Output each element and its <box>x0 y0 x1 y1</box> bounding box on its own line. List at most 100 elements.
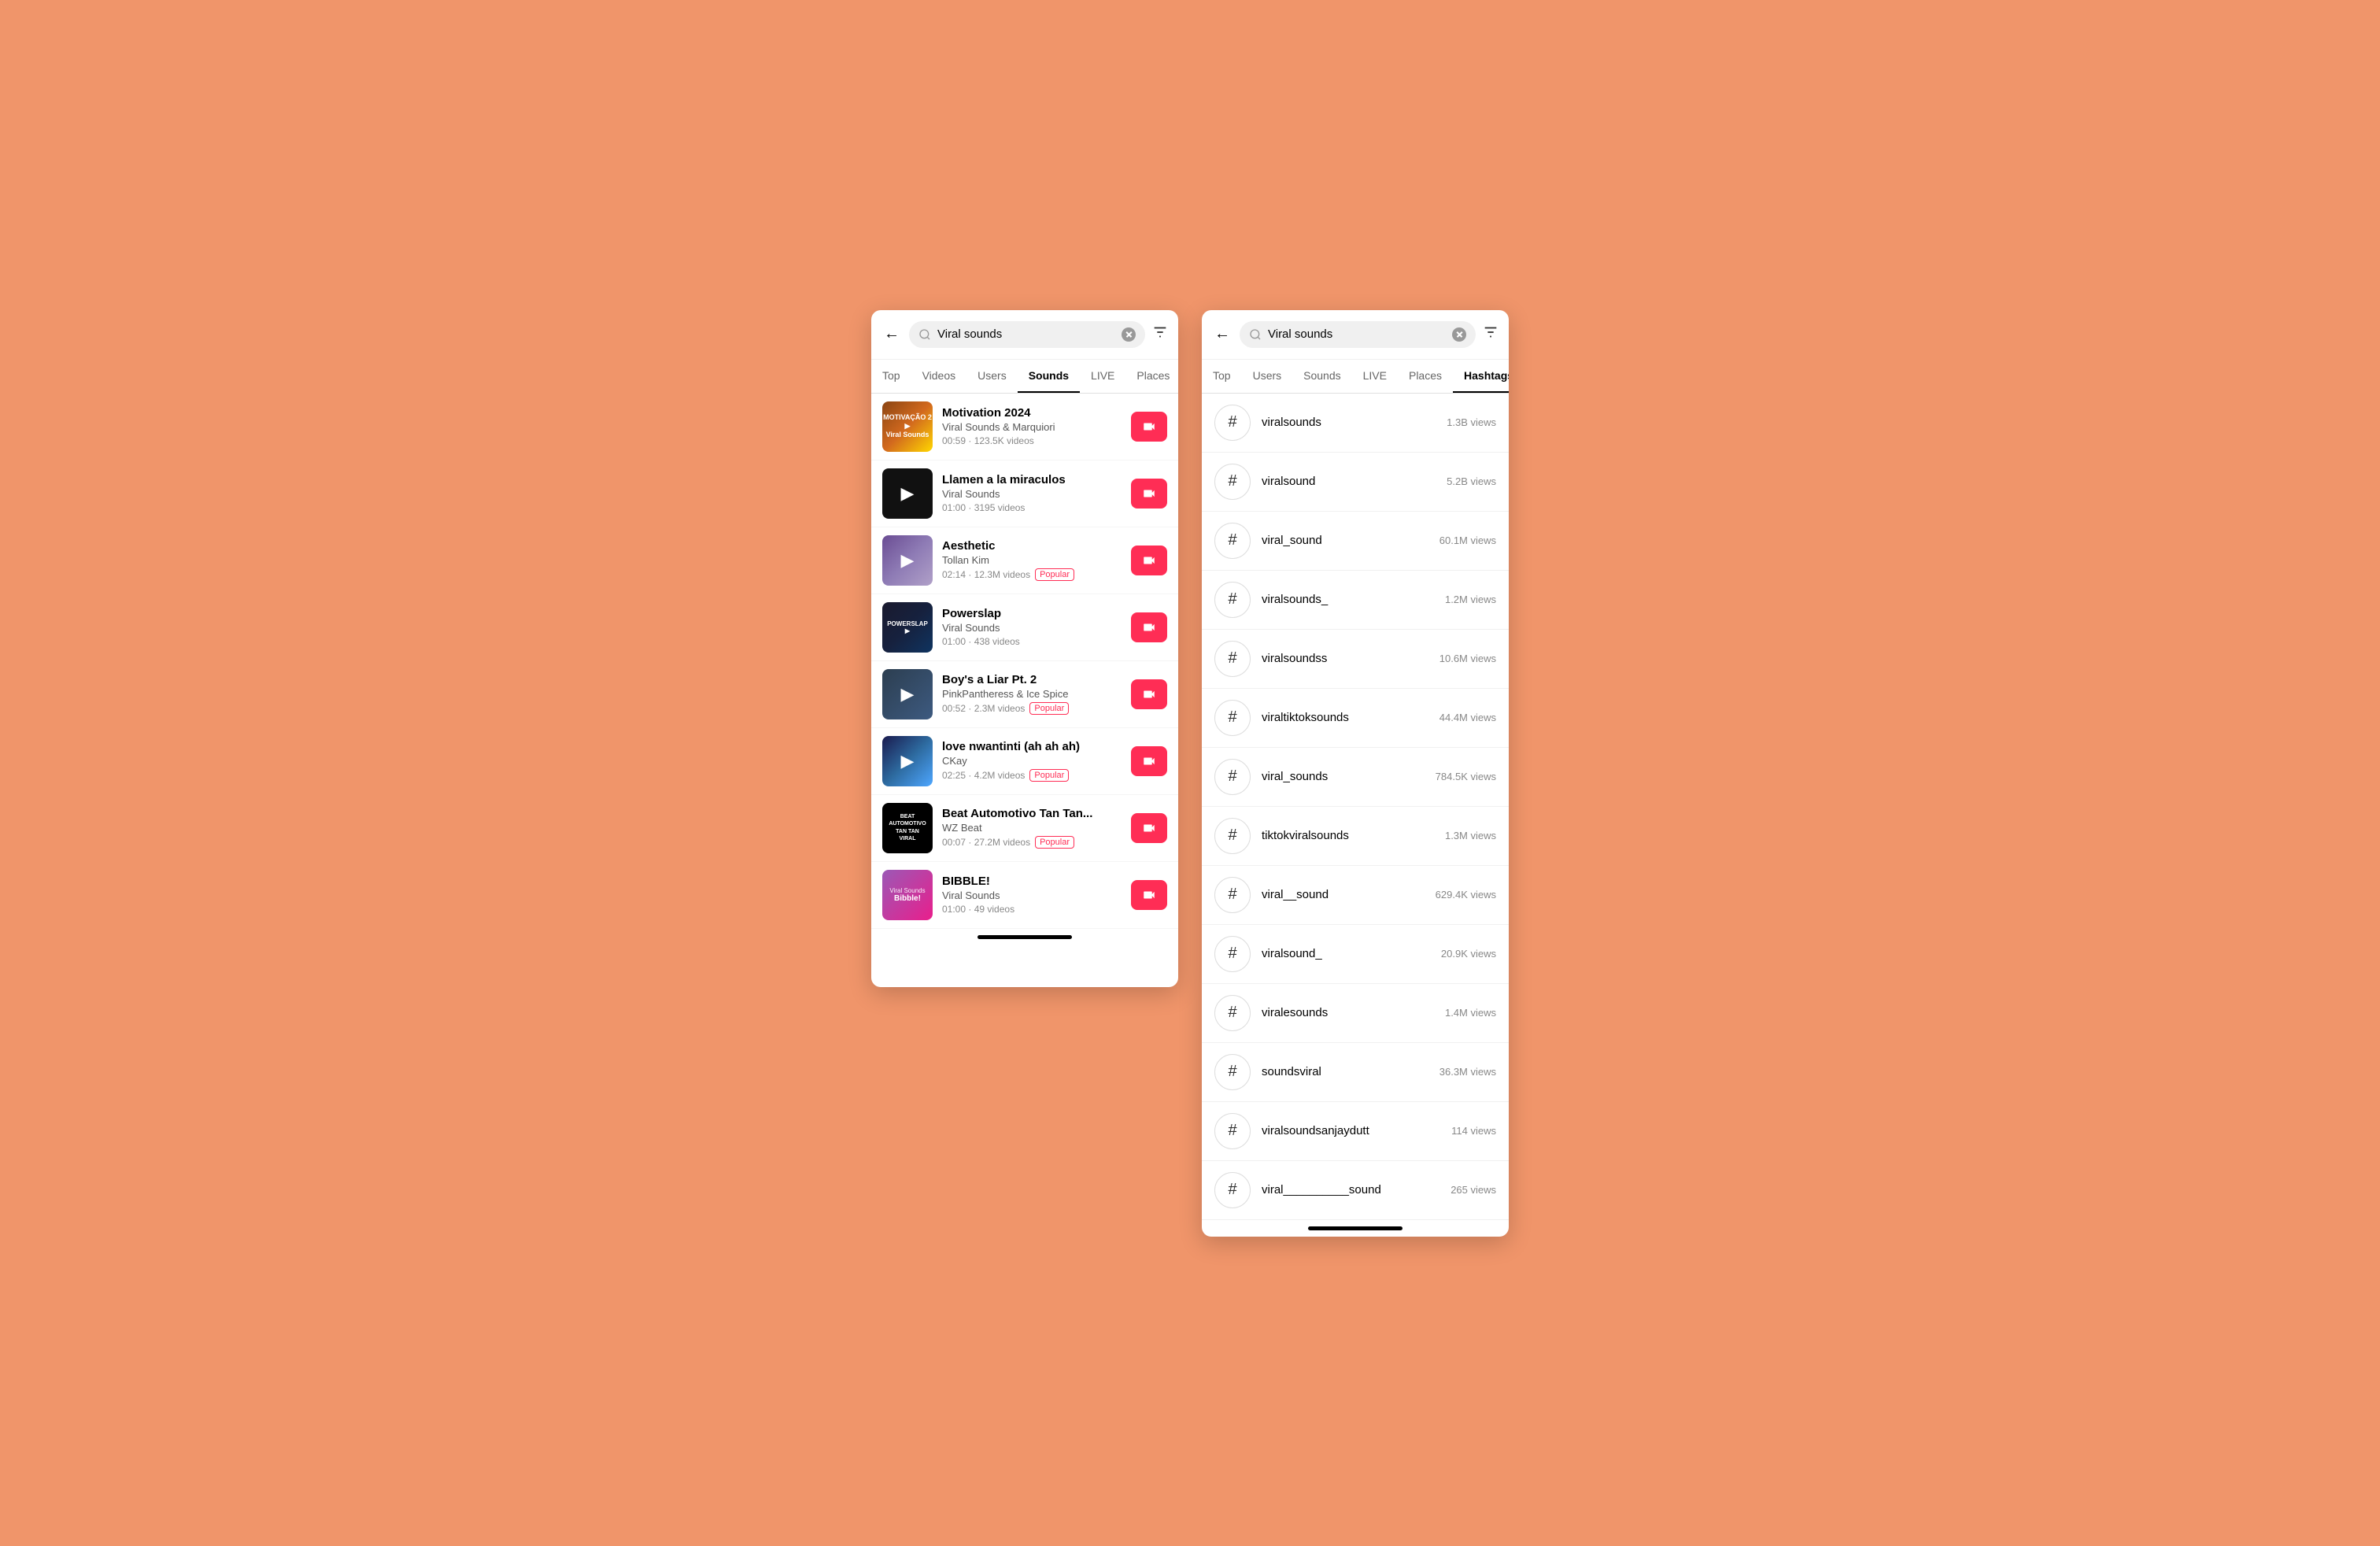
sound-duration-powerslap: 01:00 · 438 videos <box>942 636 1020 647</box>
hashtag-name-9: viralsound_ <box>1262 947 1430 960</box>
sound-duration-bibble: 01:00 · 49 videos <box>942 904 1014 915</box>
sound-title-aesthetic: Aesthetic <box>942 539 1122 553</box>
tab-places-2[interactable]: Places <box>1398 360 1453 393</box>
sound-artist-motivation: Viral Sounds & Marquiori <box>942 421 1122 433</box>
hashtag-icon-6: # <box>1214 759 1251 795</box>
sound-item-aesthetic: ▶ Aesthetic Tollan Kim 02:14 · 12.3M vid… <box>871 527 1178 594</box>
tab-sounds-2[interactable]: Sounds <box>1292 360 1351 393</box>
hashtag-item-4[interactable]: # viralsoundss 10.6M views <box>1202 630 1509 689</box>
use-button-liar[interactable] <box>1131 679 1167 709</box>
sound-item-liar: ▶ Boy's a Liar Pt. 2 PinkPantheress & Ic… <box>871 661 1178 728</box>
hashtag-item-2[interactable]: # viral_sound 60.1M views <box>1202 512 1509 571</box>
sound-thumb-liar[interactable]: ▶ <box>882 669 933 719</box>
filter-button-1[interactable] <box>1151 324 1169 346</box>
hashtag-views-3: 1.2M views <box>1445 594 1496 605</box>
sound-thumb-bibble[interactable]: Viral Sounds Bibble! <box>882 870 933 920</box>
tab-sounds-1[interactable]: Sounds <box>1018 360 1080 393</box>
play-icon-liar: ▶ <box>901 684 915 705</box>
hashtag-item-11[interactable]: # soundsviral 36.3M views <box>1202 1043 1509 1102</box>
clear-button-1[interactable] <box>1122 327 1136 342</box>
hashtag-item-9[interactable]: # viralsound_ 20.9K views <box>1202 925 1509 984</box>
hashtag-item-12[interactable]: # viralsoundsanjaydutt 114 views <box>1202 1102 1509 1161</box>
hashtag-item-0[interactable]: # viralsounds 1.3B views <box>1202 394 1509 453</box>
search-bar-1: ← Viral sounds <box>871 310 1178 360</box>
sound-duration-aesthetic: 02:14 · 12.3M videos <box>942 569 1030 580</box>
hashtag-views-6: 784.5K views <box>1436 771 1496 782</box>
hashtag-icon-13: # <box>1214 1172 1251 1208</box>
hashtag-name-12: viralsoundsanjaydutt <box>1262 1124 1440 1137</box>
sound-thumb-powerslap[interactable]: POWERSLAP▶ <box>882 602 933 653</box>
hashtag-list: # viralsounds 1.3B views # viralsound 5.… <box>1202 394 1509 1220</box>
hashtag-views-9: 20.9K views <box>1441 948 1496 960</box>
tab-hashtags-2[interactable]: Hashtags <box>1453 360 1509 393</box>
use-button-llamen[interactable] <box>1131 479 1167 509</box>
hashtag-views-2: 60.1M views <box>1439 534 1496 546</box>
hashtag-item-8[interactable]: # viral__sound 629.4K views <box>1202 866 1509 925</box>
hashtag-views-12: 114 views <box>1451 1125 1496 1137</box>
search-icon-2 <box>1249 328 1262 341</box>
tab-users-2[interactable]: Users <box>1242 360 1293 393</box>
hashtag-icon-4: # <box>1214 641 1251 677</box>
clear-button-2[interactable] <box>1452 327 1466 342</box>
filter-button-2[interactable] <box>1482 324 1499 346</box>
tab-places-1[interactable]: Places <box>1125 360 1178 393</box>
hashtag-item-1[interactable]: # viralsound 5.2B views <box>1202 453 1509 512</box>
use-button-beat[interactable] <box>1131 813 1167 843</box>
search-input-wrap-1: Viral sounds <box>909 321 1145 348</box>
sound-thumb-llamen[interactable]: ▶ <box>882 468 933 519</box>
sound-artist-powerslap: Viral Sounds <box>942 622 1122 634</box>
hashtag-name-13: viral__________sound <box>1262 1183 1439 1196</box>
tab-live-2[interactable]: LIVE <box>1352 360 1398 393</box>
tabs-2: Top Users Sounds LIVE Places Hashtags <box>1202 360 1509 394</box>
hashtag-item-5[interactable]: # viraltiktoksounds 44.4M views <box>1202 689 1509 748</box>
tab-live-1[interactable]: LIVE <box>1080 360 1125 393</box>
hashtag-name-2: viral_sound <box>1262 534 1428 547</box>
tabs-1: Top Videos Users Sounds LIVE Places Has.… <box>871 360 1178 394</box>
hashtag-item-6[interactable]: # viral_sounds 784.5K views <box>1202 748 1509 807</box>
screens-container: ← Viral sounds Top Videos Users Sounds L… <box>871 310 1509 1237</box>
tab-users-1[interactable]: Users <box>966 360 1018 393</box>
sound-title-motivation: Motivation 2024 <box>942 406 1122 420</box>
search-query-1[interactable]: Viral sounds <box>937 327 1115 341</box>
search-query-2[interactable]: Viral sounds <box>1268 327 1446 341</box>
sound-duration-motivation: 00:59 · 123.5K videos <box>942 435 1034 446</box>
sound-item-motivation: MOTIVAÇÃO 2▶Viral Sounds Motivation 2024… <box>871 394 1178 460</box>
hashtag-name-11: soundsviral <box>1262 1065 1428 1078</box>
sound-thumb-love[interactable]: ▶ <box>882 736 933 786</box>
use-button-love[interactable] <box>1131 746 1167 776</box>
use-button-motivation[interactable] <box>1131 412 1167 442</box>
use-button-bibble[interactable] <box>1131 880 1167 910</box>
screen-sounds: ← Viral sounds Top Videos Users Sounds L… <box>871 310 1178 987</box>
sound-thumb-aesthetic[interactable]: ▶ <box>882 535 933 586</box>
sound-info-liar: Boy's a Liar Pt. 2 PinkPantheress & Ice … <box>942 673 1122 715</box>
hashtag-views-8: 629.4K views <box>1436 889 1496 901</box>
use-button-powerslap[interactable] <box>1131 612 1167 642</box>
popular-badge-aesthetic: Popular <box>1035 568 1074 581</box>
sound-item-powerslap: POWERSLAP▶ Powerslap Viral Sounds 01:00 … <box>871 594 1178 661</box>
sound-thumb-beat[interactable]: BEATAUTOMOTIVOTAN TANVIRAL <box>882 803 933 853</box>
sound-duration-love: 02:25 · 4.2M videos <box>942 770 1025 781</box>
sound-item-love: ▶ love nwantinti (ah ah ah) CKay 02:25 ·… <box>871 728 1178 795</box>
tab-top-1[interactable]: Top <box>871 360 911 393</box>
hashtag-item-10[interactable]: # viralesounds 1.4M views <box>1202 984 1509 1043</box>
sound-thumb-motivation[interactable]: MOTIVAÇÃO 2▶Viral Sounds <box>882 401 933 452</box>
hashtag-item-13[interactable]: # viral__________sound 265 views <box>1202 1161 1509 1220</box>
tab-top-2[interactable]: Top <box>1202 360 1242 393</box>
back-button-1[interactable]: ← <box>881 322 903 346</box>
bottom-bar-1 <box>978 935 1072 939</box>
hashtag-views-5: 44.4M views <box>1439 712 1496 723</box>
sound-info-llamen: Llamen a la miraculos Viral Sounds 01:00… <box>942 473 1122 513</box>
back-button-2[interactable]: ← <box>1211 322 1233 346</box>
hashtag-icon-9: # <box>1214 936 1251 972</box>
sound-meta-aesthetic: 02:14 · 12.3M videos Popular <box>942 568 1122 581</box>
tab-videos-1[interactable]: Videos <box>911 360 967 393</box>
sound-artist-aesthetic: Tollan Kim <box>942 554 1122 566</box>
sound-meta-powerslap: 01:00 · 438 videos <box>942 636 1122 647</box>
hashtag-icon-0: # <box>1214 405 1251 441</box>
hashtag-item-7[interactable]: # tiktokviralsounds 1.3M views <box>1202 807 1509 866</box>
sound-title-llamen: Llamen a la miraculos <box>942 473 1122 486</box>
hashtag-icon-2: # <box>1214 523 1251 559</box>
use-button-aesthetic[interactable] <box>1131 546 1167 575</box>
hashtag-name-4: viralsoundss <box>1262 652 1428 665</box>
hashtag-item-3[interactable]: # viralsounds_ 1.2M views <box>1202 571 1509 630</box>
